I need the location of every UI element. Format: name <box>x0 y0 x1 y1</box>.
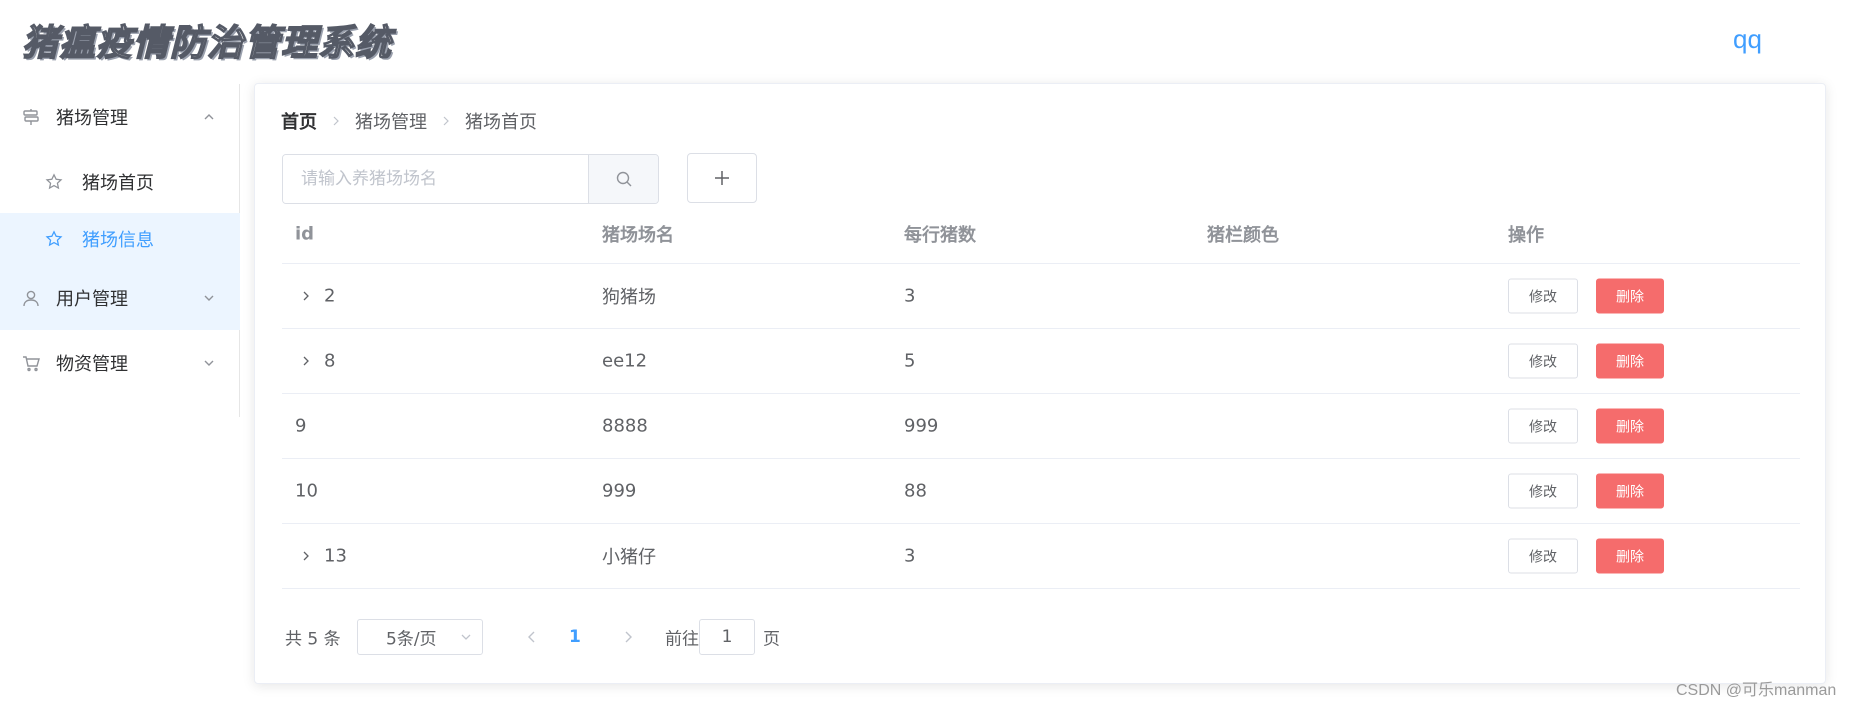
user-icon <box>23 290 39 306</box>
page-size-select[interactable]: 5条/页 <box>357 619 483 655</box>
cell-name: 8888 <box>602 415 648 437</box>
signpost-icon <box>23 109 39 125</box>
star-icon <box>45 230 63 247</box>
cell-count: 3 <box>904 285 916 307</box>
search-button[interactable] <box>588 155 658 203</box>
goto-label: 前往 <box>665 629 699 650</box>
page-number[interactable]: 1 <box>569 627 581 647</box>
sidebar: 猪场管理 猪场首页 猪场信息 用户管理 物资管理 <box>0 84 240 417</box>
table-row: 13 小猪仔 3 修改 删除 <box>282 524 1800 589</box>
edit-button[interactable]: 修改 <box>1508 408 1578 444</box>
chevron-down-icon <box>461 634 471 640</box>
breadcrumb: 首页 猪场管理 猪场首页 <box>281 108 537 134</box>
delete-button[interactable]: 删除 <box>1596 408 1664 444</box>
expand-icon[interactable] <box>300 550 312 562</box>
user-name[interactable]: qq <box>1733 24 1762 55</box>
menu-group-supplies[interactable]: 物资管理 <box>0 330 240 396</box>
edit-button[interactable]: 修改 <box>1508 343 1578 379</box>
menu-group-user[interactable]: 用户管理 <box>0 265 240 330</box>
cell-count: 5 <box>904 350 916 372</box>
cell-count: 3 <box>904 545 916 567</box>
breadcrumb-item: 猪场管理 <box>355 112 427 133</box>
main-card: 首页 猪场管理 猪场首页 id 猪场场名 每行猪数 猪栏颜色 操作 2 狗猪场 … <box>254 83 1826 684</box>
cart-icon <box>23 356 40 372</box>
menu-group-farm[interactable]: 猪场管理 <box>0 84 240 150</box>
cell-name: 小猪仔 <box>602 547 656 568</box>
chevron-up-icon <box>204 114 214 120</box>
menu-group-label: 物资管理 <box>56 354 128 375</box>
header-count: 每行猪数 <box>904 224 976 246</box>
table-row: 2 狗猪场 3 修改 删除 <box>282 264 1800 329</box>
table-row: 9 8888 999 修改 删除 <box>282 394 1800 459</box>
cell-count: 88 <box>904 480 927 502</box>
chevron-right-icon <box>333 116 339 126</box>
table-row: 10 999 88 修改 删除 <box>282 459 1800 524</box>
menu-group-label: 用户管理 <box>56 288 128 310</box>
edit-button[interactable]: 修改 <box>1508 473 1578 509</box>
cell-name: 狗猪场 <box>602 287 656 308</box>
menu-group-label: 猪场管理 <box>56 108 128 129</box>
cell-id: 8 <box>324 350 336 372</box>
sidebar-item-label: 猪场信息 <box>82 230 154 251</box>
chevron-down-icon <box>204 360 214 366</box>
cell-id: 9 <box>295 415 307 437</box>
header-actions: 操作 <box>1508 224 1544 246</box>
sidebar-item-farm-home[interactable]: 猪场首页 <box>0 150 240 213</box>
cell-id: 13 <box>324 545 347 567</box>
app-title: 猪瘟疫情防治管理系统 <box>21 21 393 64</box>
cell-id: 2 <box>324 285 336 307</box>
search-box <box>282 154 659 204</box>
header-color: 猪栏颜色 <box>1207 224 1279 246</box>
cell-count: 999 <box>904 415 939 437</box>
sidebar-item-label: 猪场首页 <box>82 172 154 194</box>
breadcrumb-item: 猪场首页 <box>465 112 537 133</box>
cell-name: ee12 <box>602 350 648 372</box>
cell-id: 10 <box>295 480 318 502</box>
delete-button[interactable]: 删除 <box>1596 278 1664 314</box>
page-size-value: 5条/页 <box>386 629 437 650</box>
farm-table: id 猪场场名 每行猪数 猪栏颜色 操作 2 狗猪场 3 修改 删除 8 ee1… <box>282 204 1800 589</box>
delete-button[interactable]: 删除 <box>1596 538 1664 574</box>
breadcrumb-home[interactable]: 首页 <box>281 108 317 134</box>
header-id: id <box>295 223 315 244</box>
table-header: id 猪场场名 每行猪数 猪栏颜色 操作 <box>282 204 1800 264</box>
chevron-right-icon <box>443 116 449 126</box>
next-page-icon[interactable] <box>621 630 635 644</box>
goto-page-input[interactable]: 1 <box>699 619 755 655</box>
edit-button[interactable]: 修改 <box>1508 538 1578 574</box>
cell-name: 999 <box>602 480 637 502</box>
table-row: 8 ee12 5 修改 删除 <box>282 329 1800 394</box>
sidebar-item-farm-info[interactable]: 猪场信息 <box>0 213 240 265</box>
chevron-down-icon <box>204 295 214 301</box>
plus-icon <box>715 171 729 185</box>
header-name: 猪场场名 <box>602 224 674 246</box>
search-icon <box>616 171 631 187</box>
add-button[interactable] <box>687 153 757 203</box>
expand-icon[interactable] <box>300 290 312 302</box>
pagination-total: 共 5 条 <box>285 629 341 650</box>
star-icon <box>45 172 63 189</box>
edit-button[interactable]: 修改 <box>1508 278 1578 314</box>
watermark: CSDN @可乐manman <box>1676 682 1837 699</box>
delete-button[interactable]: 删除 <box>1596 473 1664 509</box>
delete-button[interactable]: 删除 <box>1596 343 1664 379</box>
prev-page-icon[interactable] <box>525 630 539 644</box>
goto-unit: 页 <box>763 629 780 650</box>
search-input[interactable] <box>283 155 588 203</box>
expand-icon[interactable] <box>300 355 312 367</box>
